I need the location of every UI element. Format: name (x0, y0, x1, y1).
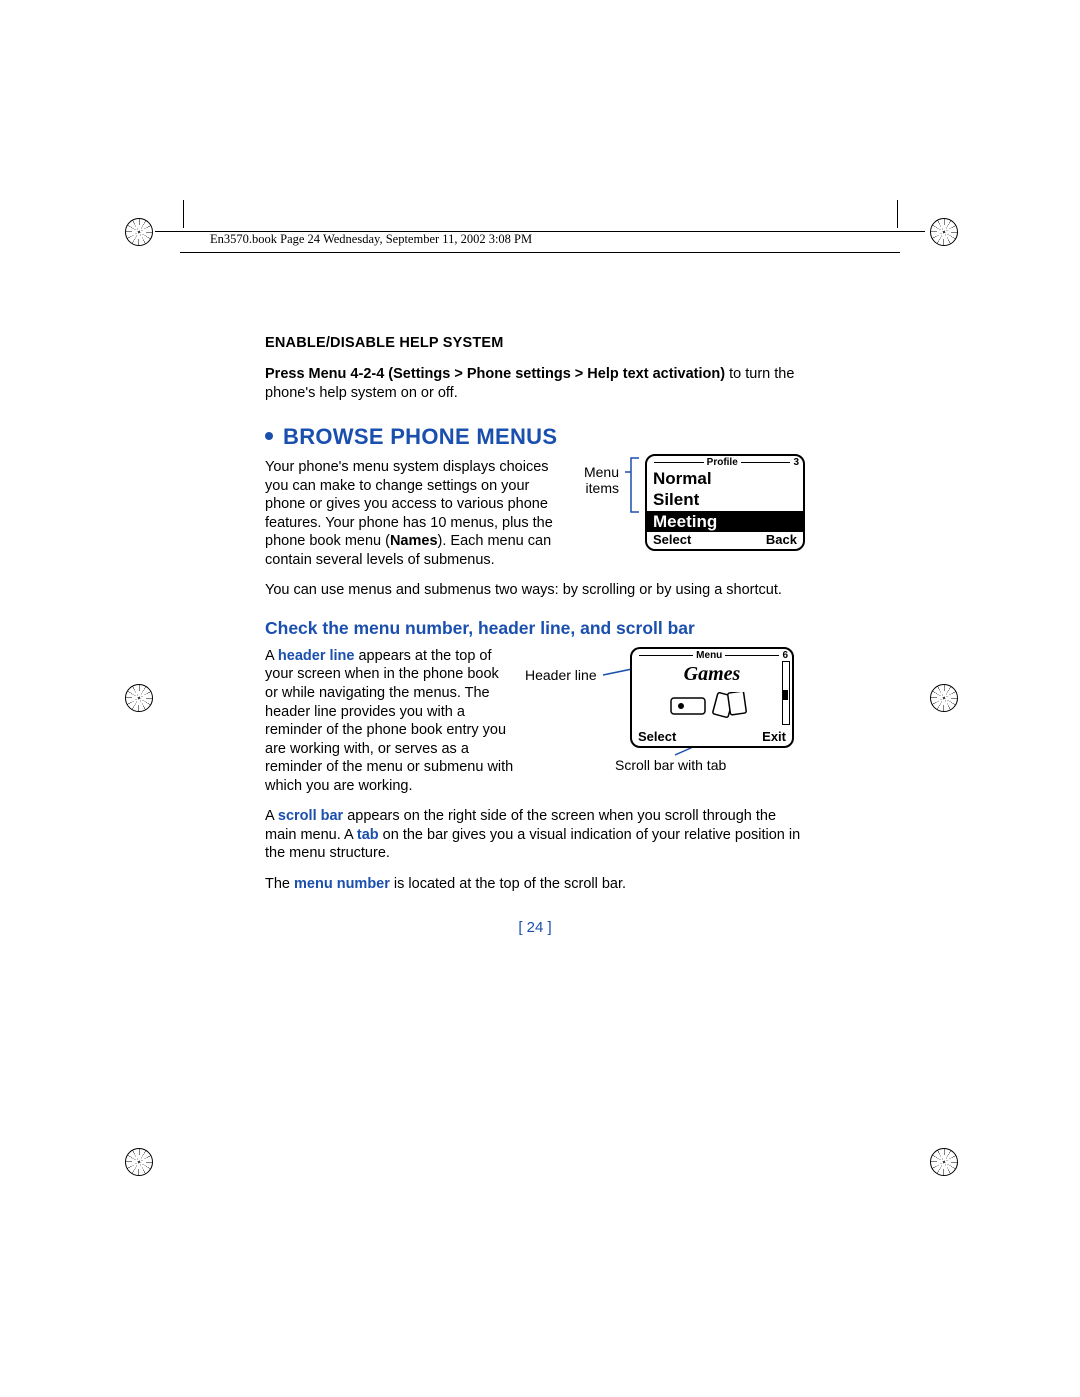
paragraph: You can use menus and submenus two ways:… (265, 581, 805, 600)
text: appears at the top of your screen when i… (265, 648, 513, 794)
body-text: You can use menus and submenus two ways:… (265, 581, 805, 600)
crop-line (180, 252, 900, 253)
screen-header-num: 3 (793, 457, 799, 468)
phone-screen: Profile 3 Normal Silent Meeting Select B… (645, 454, 805, 551)
section-title: BROWSE PHONE MENUS (265, 424, 805, 450)
callout-label: Menu items (577, 454, 619, 496)
screen-item-selected: Meeting (647, 511, 803, 532)
callout-bracket (623, 454, 641, 534)
scrollbar-tab (782, 690, 788, 700)
paragraph: Your phone's menu system displays choice… (265, 458, 565, 569)
crop-rosette (125, 1148, 153, 1176)
crop-rosette (125, 684, 153, 712)
figure-profile-menu: Menu items Profile 3 Normal Silent Meeti… (577, 454, 805, 551)
paragraph: A scroll bar appears on the right side o… (265, 807, 805, 863)
text: A (265, 648, 278, 664)
screen-header-row: Menu 6 (632, 649, 792, 661)
screen-item: Silent (647, 489, 803, 510)
book-header: En3570.book Page 24 Wednesday, September… (210, 232, 532, 247)
body-text: A header line appears at the top of your… (265, 647, 515, 795)
softkey-right: Back (766, 532, 797, 547)
text: A (265, 808, 278, 824)
crop-rosette (930, 1148, 958, 1176)
body-text: Press Menu 4-2-4 (Settings > Phone setti… (265, 365, 805, 402)
page-content: ENABLE/DISABLE HELP SYSTEM Press Menu 4-… (265, 335, 805, 936)
figure-games-menu: Header line Scroll bar with tab Menu 6 G… (525, 647, 805, 797)
screen-title: Games (632, 661, 792, 690)
body-text: A scroll bar appears on the right side o… (265, 807, 805, 893)
screen-icons (632, 690, 792, 729)
screen-header: Profile (707, 457, 738, 468)
softkey-left: Select (653, 532, 691, 547)
body-text: Your phone's menu system displays choice… (265, 458, 565, 569)
crop-mark (897, 200, 898, 228)
paragraph: A header line appears at the top of your… (265, 647, 515, 795)
screen-header-num: 6 (782, 650, 788, 661)
paragraph: Press Menu 4-2-4 (Settings > Phone setti… (265, 365, 805, 402)
crop-rosette (930, 218, 958, 246)
games-icon (667, 692, 757, 718)
phone-screen: Menu 6 Games Select Exit (630, 647, 794, 748)
subsection-title: Check the menu number, header line, and … (265, 618, 805, 639)
page-number: [ 24 ] (265, 919, 805, 936)
paragraph: The menu number is located at the top of… (265, 875, 805, 894)
bold-text: Names (390, 533, 438, 549)
crop-mark (155, 231, 183, 232)
bold-text: Press Menu 4-2-4 (Settings > Phone setti… (265, 366, 725, 382)
softkey-row: Select Exit (632, 729, 792, 746)
term: tab (357, 827, 379, 843)
softkey-row: Select Back (647, 532, 803, 549)
screen-header-row: Profile 3 (647, 456, 803, 468)
term: menu number (294, 876, 390, 892)
scrollbar (782, 661, 790, 725)
term: header line (278, 648, 355, 664)
crop-rosette (125, 218, 153, 246)
text: is located at the top of the scroll bar. (390, 876, 626, 892)
section-title-text: BROWSE PHONE MENUS (283, 424, 557, 449)
softkey-left: Select (638, 729, 676, 744)
bullet-icon (265, 432, 273, 440)
text: The (265, 876, 294, 892)
crop-rosette (930, 684, 958, 712)
screen-item: Normal (647, 468, 803, 489)
term: scroll bar (278, 808, 343, 824)
subheading: ENABLE/DISABLE HELP SYSTEM (265, 335, 805, 351)
screen-items: Normal Silent Meeting (647, 468, 803, 532)
crop-mark (183, 200, 184, 228)
screen-header: Menu (696, 650, 722, 661)
softkey-right: Exit (762, 729, 786, 744)
